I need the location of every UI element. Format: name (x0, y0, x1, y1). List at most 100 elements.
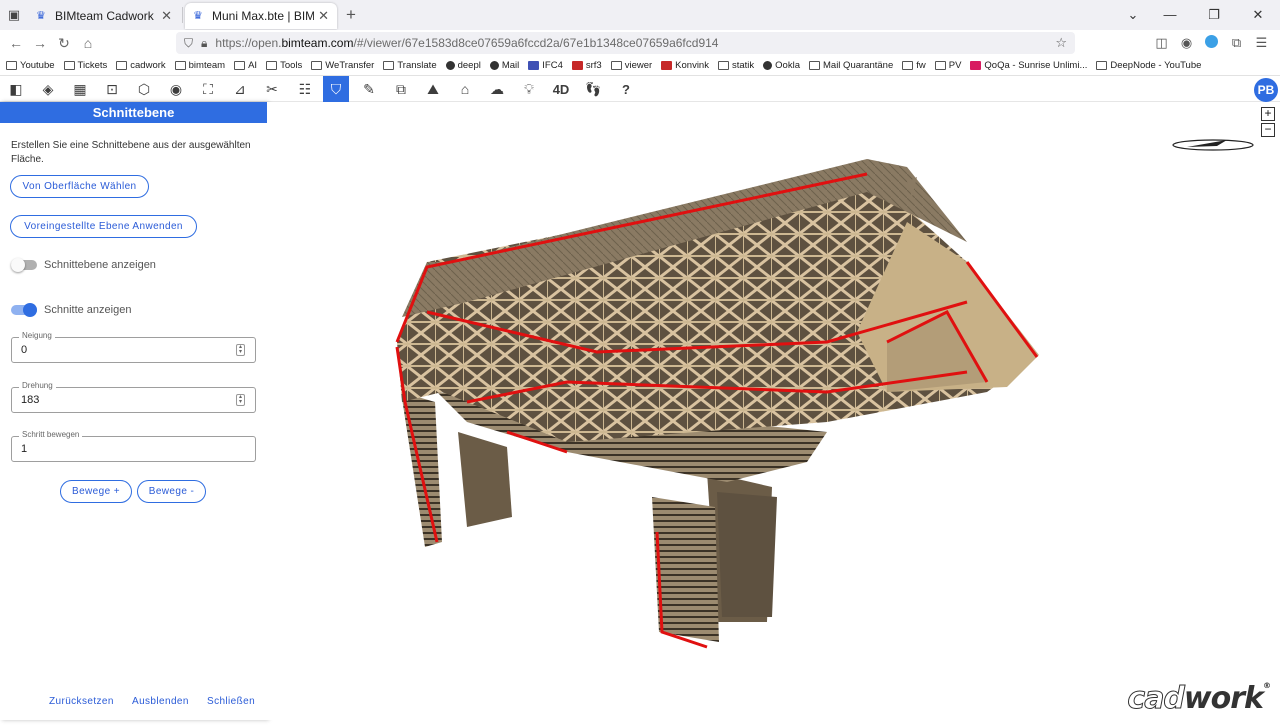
account-icon[interactable]: ◉ (1174, 35, 1199, 51)
bookmark-item[interactable]: WeTransfer (311, 60, 374, 71)
bookmark-item[interactable]: Youtube (6, 60, 55, 71)
menu-icon[interactable]: ☰ (1249, 35, 1274, 51)
lock-icon[interactable]: 🔒︎ (201, 36, 207, 51)
bookmark-item[interactable]: bimteam (174, 60, 225, 71)
walk-icon[interactable]: 👣︎ (580, 76, 606, 102)
bookmark-label: QoQa - Sunrise Unlimi... (984, 60, 1088, 71)
close-tab-icon[interactable]: ✕ (318, 8, 329, 24)
bookmark-label: cadwork (130, 60, 166, 71)
bookmark-folder-icon (266, 61, 278, 70)
3d-viewport[interactable]: + − cadwork® (267, 102, 1280, 720)
fullscreen-icon[interactable]: ⛶ (195, 76, 221, 102)
bookmark-item[interactable]: Ookla (763, 60, 800, 71)
show-cuts-switch[interactable] (11, 303, 37, 317)
bookmark-item[interactable]: Mail Quarantäne (809, 60, 893, 71)
terrain-icon[interactable]: ⛰ (420, 76, 446, 102)
tools-icon[interactable]: ✂ (259, 76, 285, 102)
bookmark-item[interactable]: Tools (266, 60, 302, 71)
close-tab-icon[interactable]: ✕ (161, 8, 172, 24)
neigung-value[interactable]: 0 (21, 344, 27, 356)
house-icon[interactable]: ⌂ (452, 76, 478, 102)
extension-blue-icon[interactable] (1199, 35, 1224, 51)
help-button[interactable]: ? (611, 76, 641, 102)
reload-icon[interactable]: ↻ (52, 35, 76, 52)
bookmark-item[interactable]: PV (934, 60, 961, 71)
extensions-icon[interactable]: ⧉ (1224, 35, 1249, 51)
layers-icon[interactable]: ◈ (35, 76, 61, 102)
bookmark-star-icon[interactable]: ☆ (1055, 35, 1067, 51)
bookmark-folder-icon (63, 61, 75, 70)
bookmark-item[interactable]: statik (717, 60, 754, 71)
section-plane-icon[interactable]: ⛉ (323, 76, 349, 102)
zoom-in-button[interactable]: + (1261, 107, 1275, 121)
cube-icon[interactable]: ⬡ (131, 76, 157, 102)
sidebar-toggle-icon[interactable]: ◧ (3, 76, 29, 102)
bookmark-item[interactable]: DeepNode - YouTube (1096, 60, 1201, 71)
measure-icon[interactable]: ⊿ (227, 76, 253, 102)
drehung-field[interactable]: Drehung 183 ▴ ▾ (11, 381, 256, 413)
new-tab-button[interactable]: + (337, 5, 365, 25)
move-plus-button[interactable]: Bewege + (60, 480, 132, 503)
address-bar[interactable]: ⛉ 🔒︎ https://open. bimteam.com/#/viewer/6… (176, 32, 1075, 54)
restore-button[interactable]: ❐ (1192, 0, 1236, 30)
home-icon[interactable]: ⌂ (76, 35, 100, 51)
step-value[interactable]: 1 (21, 443, 27, 455)
bookmark-item[interactable]: Konvink (661, 60, 709, 71)
weather-icon[interactable]: ☁ (484, 76, 510, 102)
list-all-tabs-icon[interactable]: ⌄ (1118, 0, 1148, 30)
tab-bimteam-cadwork[interactable]: ♛ BIMteam Cadwork ✕ (28, 3, 180, 29)
show-plane-switch[interactable] (11, 258, 37, 272)
bookmark-item[interactable]: deepl (445, 60, 481, 71)
compass-icon[interactable] (1172, 139, 1254, 151)
neigung-field[interactable]: Neigung 0 ▴ ▾ (11, 331, 256, 363)
url-path: /#/viewer/67e1583d8ce07659a6fccd2a/67e1b… (353, 36, 719, 50)
4d-button[interactable]: 4D (546, 76, 576, 102)
bookmark-item[interactable]: Mail (489, 60, 519, 71)
filter-list-icon[interactable]: ☷ (292, 76, 318, 102)
qr-code-icon[interactable]: ▦ (67, 76, 93, 102)
apply-preset-plane-button[interactable]: Voreingestellte Ebene Anwenden (10, 215, 197, 238)
bookmark-item[interactable]: Tickets (63, 60, 107, 71)
pocket-icon[interactable]: ◫ (1149, 35, 1174, 51)
move-minus-button[interactable]: Bewege - (137, 480, 206, 503)
select-from-surface-button[interactable]: Von Oberfläche Wählen (10, 175, 149, 198)
bookmark-item[interactable]: Translate (383, 60, 437, 71)
bookmark-folder-icon (311, 61, 323, 70)
shield-icon[interactable]: ⛉ (184, 36, 193, 51)
pin-icon[interactable]: ✎ (356, 76, 382, 102)
copy-icon[interactable]: ⧉ (388, 76, 414, 102)
lightbulb-icon[interactable]: 💡︎ (516, 76, 542, 102)
zoom-out-button[interactable]: − (1261, 123, 1275, 137)
bookmark-label: WeTransfer (325, 60, 375, 71)
user-avatar[interactable]: PB (1254, 78, 1278, 102)
hide-button[interactable]: Ausblenden (132, 696, 189, 707)
bookmark-item[interactable]: cadwork (116, 60, 166, 71)
drehung-stepper[interactable]: ▴ ▾ (236, 394, 245, 406)
bookmark-item[interactable]: fw (902, 60, 926, 71)
bookmark-item[interactable]: srf3 (571, 60, 602, 71)
close-panel-button[interactable]: Schließen (207, 696, 255, 707)
scan-icon[interactable]: ⊡ (99, 76, 125, 102)
neigung-stepper[interactable]: ▴ ▾ (236, 344, 245, 356)
minimize-button[interactable]: — (1148, 0, 1192, 30)
bookmark-item[interactable]: AI (234, 60, 257, 71)
reset-button[interactable]: Zurücksetzen (49, 696, 114, 707)
bookmark-item[interactable]: viewer (610, 60, 652, 71)
forward-icon[interactable]: → (28, 35, 52, 51)
tab-muni-max[interactable]: ♛ Muni Max.bte | BIMteam Cadwork ✕ (185, 3, 337, 29)
bookmark-item[interactable]: QoQa - Sunrise Unlimi... (970, 60, 1087, 71)
tab-separator (182, 7, 183, 23)
toggle-show-plane[interactable]: Schnittebene anzeigen (11, 258, 156, 272)
step-field[interactable]: Schritt bewegen 1 (11, 430, 256, 462)
section-plane-panel: Schnittebene Erstellen Sie eine Schnitte… (0, 102, 267, 720)
bookmark-folder-icon (1096, 61, 1108, 70)
drehung-value[interactable]: 183 (21, 394, 39, 406)
step-label: Schritt bewegen (19, 430, 83, 439)
toggle-show-cuts[interactable]: Schnitte anzeigen (11, 303, 131, 317)
close-window-button[interactable]: ✕ (1236, 0, 1280, 30)
back-icon[interactable]: ← (4, 35, 28, 51)
bookmark-item[interactable]: IFC4 (528, 60, 563, 71)
model-canvas[interactable] (267, 102, 1280, 720)
visibility-icon[interactable]: ◉ (163, 76, 189, 102)
tab-overview-icon[interactable]: ▣ (0, 0, 28, 30)
